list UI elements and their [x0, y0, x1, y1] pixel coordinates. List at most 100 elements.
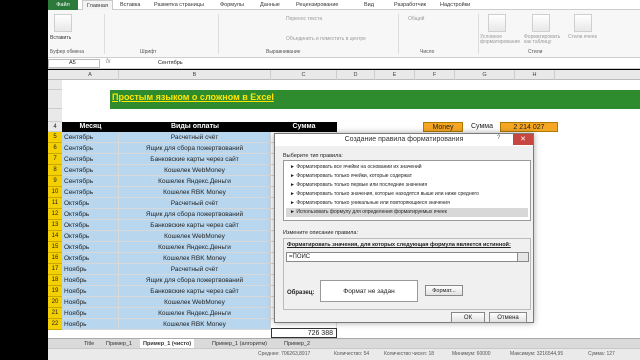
ok-button[interactable]: ОК	[451, 312, 485, 323]
help-icon[interactable]: ?	[497, 135, 500, 141]
payment-cell[interactable]: Кошелек RBK Money	[119, 253, 271, 264]
row-header[interactable]: 19	[48, 286, 62, 297]
payment-cell[interactable]: Ящик для сбора пожертвований	[119, 143, 271, 154]
formula-content[interactable]: Сентябрь	[158, 59, 183, 67]
month-cell[interactable]: Ноябрь	[62, 275, 119, 286]
name-box[interactable]: A5	[48, 59, 100, 68]
row-header[interactable]: 14	[48, 231, 62, 242]
row-header[interactable]: 7	[48, 154, 62, 165]
tab-insert[interactable]: Вставка	[120, 0, 140, 10]
conditional-format-icon[interactable]	[488, 14, 506, 32]
formula-input[interactable]: =ПОИС	[286, 252, 518, 262]
rule-type-list[interactable]: ► Форматировать все ячейки на основании …	[283, 160, 531, 221]
payment-cell[interactable]: Кошелек Яндекс.Деньги	[119, 242, 271, 253]
rule-type-item[interactable]: ► Форматировать только значения, которые…	[286, 190, 528, 199]
row-header[interactable]	[48, 109, 62, 122]
row-header[interactable]: 20	[48, 297, 62, 308]
payment-cell[interactable]: Кошелек WebMoney	[119, 297, 271, 308]
paste-icon[interactable]	[54, 14, 72, 32]
month-cell[interactable]: Октябрь	[62, 198, 119, 209]
row-header[interactable]: 18	[48, 275, 62, 286]
month-cell[interactable]: Сентябрь	[62, 143, 119, 154]
tab-home[interactable]: Главная	[82, 0, 113, 10]
payment-cell[interactable]: Ящик для сбора пожертвований	[119, 275, 271, 286]
row-header[interactable]: 8	[48, 165, 62, 176]
month-cell[interactable]: Октябрь	[62, 220, 119, 231]
cell-styles-icon[interactable]	[574, 14, 592, 32]
month-cell[interactable]: Ноябрь	[62, 297, 119, 308]
row-header[interactable]: 15	[48, 242, 62, 253]
month-cell[interactable]: Сентябрь	[62, 132, 119, 143]
format-button[interactable]: Формат...	[425, 285, 463, 296]
row-header[interactable]: 10	[48, 187, 62, 198]
column-header-b[interactable]: B	[119, 70, 271, 80]
row-header[interactable]: 11	[48, 198, 62, 209]
cancel-button[interactable]: Отмена	[489, 312, 527, 323]
month-cell[interactable]: Ноябрь	[62, 286, 119, 297]
row-header[interactable]: 5	[48, 132, 62, 143]
payment-cell[interactable]: Кошелек Яндекс.Деньги	[119, 176, 271, 187]
month-cell[interactable]: Ноябрь	[62, 264, 119, 275]
cond-format-button[interactable]: Условное форматирование	[480, 35, 520, 45]
cell-styles-button[interactable]: Стили ячеек	[568, 35, 600, 40]
payment-cell[interactable]: Ящик для сбора пожертвований	[119, 209, 271, 220]
column-header-h[interactable]: H	[515, 70, 555, 80]
sum-cell[interactable]: 726 388	[271, 328, 337, 338]
row-header[interactable]: 17	[48, 264, 62, 275]
payment-cell[interactable]: Банковские карты через сайт	[119, 154, 271, 165]
month-cell[interactable]: Сентябрь	[62, 154, 119, 165]
row-header[interactable]: 22	[48, 319, 62, 330]
payment-cell[interactable]: Банковские карты через сайт	[119, 220, 271, 231]
row-header[interactable]: 9	[48, 176, 62, 187]
row-header[interactable]: 12	[48, 209, 62, 220]
column-header-e[interactable]: E	[375, 70, 415, 80]
column-header-d[interactable]: D	[337, 70, 375, 80]
payment-cell[interactable]: Расчетный счёт	[119, 198, 271, 209]
range-picker-icon[interactable]	[517, 252, 529, 262]
column-header-a[interactable]: A	[62, 70, 119, 80]
row-header[interactable]	[48, 80, 62, 90]
month-cell[interactable]: Ноябрь	[62, 308, 119, 319]
header-month[interactable]: Месяц	[62, 122, 119, 132]
number-format-select[interactable]: Общий	[408, 16, 424, 22]
rule-type-item[interactable]: ► Форматировать все ячейки на основании …	[286, 163, 528, 172]
month-cell[interactable]: Сентябрь	[62, 187, 119, 198]
merge-center-button[interactable]: Объединить и поместить в центре	[286, 36, 366, 42]
month-cell[interactable]: Октябрь	[62, 231, 119, 242]
tab-view[interactable]: Вид	[364, 0, 374, 10]
month-cell[interactable]: Октябрь	[62, 253, 119, 264]
payment-cell[interactable]: Расчетный счёт	[119, 264, 271, 275]
header-payment[interactable]: Виды оплаты	[119, 122, 271, 132]
rule-type-item[interactable]: ► Форматировать только первые или послед…	[286, 181, 528, 190]
rule-type-item[interactable]: ► Форматировать только ячейки, которые с…	[286, 172, 528, 181]
row-header[interactable]: 4	[48, 122, 62, 132]
summa-value[interactable]: 2 214 027	[500, 122, 558, 132]
column-header-f[interactable]: F	[415, 70, 455, 80]
sheet-title[interactable]: Простым языком о сложном в Excel	[112, 92, 274, 102]
tab-data[interactable]: Данные	[260, 0, 280, 10]
row-header[interactable]: 13	[48, 220, 62, 231]
payment-cell[interactable]: Кошелек WebMoney	[119, 165, 271, 176]
column-header-g[interactable]: G	[455, 70, 515, 80]
money-cell[interactable]: Money	[423, 122, 463, 132]
tab-formulas[interactable]: Формулы	[220, 0, 244, 10]
rule-type-item-selected[interactable]: ► Использовать формулу для определения ф…	[286, 208, 528, 217]
tab-page-layout[interactable]: Разметка страницы	[154, 0, 204, 10]
payment-cell[interactable]: Кошелек RBK Money	[119, 187, 271, 198]
row-header[interactable]: 21	[48, 308, 62, 319]
column-header-c[interactable]: C	[271, 70, 337, 80]
month-cell[interactable]: Сентябрь	[62, 176, 119, 187]
month-cell[interactable]: Ноябрь	[62, 319, 119, 330]
month-cell[interactable]: Сентябрь	[62, 165, 119, 176]
close-icon[interactable]: ✕	[513, 134, 533, 145]
tab-file[interactable]: Файл	[48, 0, 78, 10]
row-header[interactable]	[48, 90, 62, 109]
rule-type-item[interactable]: ► Форматировать только уникальные или по…	[286, 199, 528, 208]
wrap-text-button[interactable]: Перенос текста	[286, 16, 322, 22]
row-header[interactable]: 16	[48, 253, 62, 264]
payment-cell[interactable]: Кошелек Яндекс.Деньги	[119, 308, 271, 319]
payment-cell[interactable]: Банковские карты через сайт	[119, 286, 271, 297]
row-header[interactable]: 6	[48, 143, 62, 154]
payment-cell[interactable]: Расчетный счёт	[119, 132, 271, 143]
summa-label[interactable]: Сумма	[471, 122, 493, 132]
